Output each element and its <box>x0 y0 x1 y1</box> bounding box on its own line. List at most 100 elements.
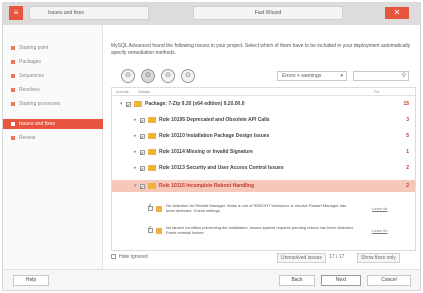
nav-dot-icon <box>11 122 15 126</box>
sidebar-item-label: Starting processes <box>19 101 61 107</box>
folder-icon <box>148 183 156 189</box>
hide-ignored-checkbox[interactable]: Hide Ignored <box>111 253 148 261</box>
filter-info-button[interactable]: ⊙ <box>161 69 175 83</box>
rule-row[interactable]: ▸ Rule 10195 Deprecated and Obsolete API… <box>112 114 415 128</box>
next-button[interactable]: Next <box>321 275 361 286</box>
rule-label: Rule 10195 Deprecated and Obsolete API C… <box>159 117 270 123</box>
issue-checkbox[interactable] <box>148 204 153 211</box>
sidebar-item-starting-processes[interactable]: Starting processes <box>3 99 103 109</box>
nav-dot-icon <box>11 102 15 106</box>
expand-icon[interactable]: ▸ <box>134 114 137 126</box>
main-content: MySQL Advanced found the following issue… <box>107 25 420 269</box>
nav-dot-icon <box>11 46 15 50</box>
footer-bar: Help Back Next Cancel <box>3 269 420 290</box>
filter-warnings-button[interactable]: ⊙ <box>141 69 155 83</box>
checkbox-box <box>111 254 116 260</box>
rule-label: Rule 10113 Security and User Access Cont… <box>159 165 284 171</box>
sidebar-item-sequences[interactable]: Sequences <box>3 71 103 81</box>
learn-fix-link[interactable]: Learn fix <box>372 228 387 233</box>
sidebar-item-label: Resolves <box>19 87 40 93</box>
expand-icon[interactable]: ▸ <box>134 130 137 142</box>
sidebar-item-packages[interactable]: Packages <box>3 57 103 67</box>
nav-dot-icon <box>11 88 15 92</box>
rule-issue-count: 1 <box>406 149 409 155</box>
expand-icon[interactable]: ▾ <box>120 98 123 110</box>
back-button[interactable]: Back <box>279 275 315 286</box>
search-icon: ⚲ <box>401 73 406 79</box>
folder-icon <box>148 165 156 171</box>
header-include: Include <box>116 89 129 94</box>
rule-checkbox[interactable] <box>140 116 145 128</box>
warning-icon <box>156 206 162 212</box>
wizard-window: ≡ Issues and fixes Fast Wizard ✕ Startin… <box>2 2 421 291</box>
folder-icon <box>148 117 156 123</box>
issue-checkbox[interactable] <box>148 226 153 233</box>
list-header: Include Details Fix <box>112 88 415 96</box>
rule-checkbox[interactable] <box>140 164 145 176</box>
rule-checkbox[interactable] <box>140 148 145 160</box>
chevron-down-icon: ▾ <box>340 73 343 79</box>
show-fixes-toggle[interactable]: Show fixes only <box>357 253 400 263</box>
status-unresolved: Unresolved issues <box>277 253 326 263</box>
status-count: 17 / 17 <box>329 254 345 260</box>
rule-row[interactable]: ▸ Rule 10113 Security and User Access Co… <box>112 162 415 176</box>
title-bar: ≡ Issues and fixes Fast Wizard ✕ <box>3 3 420 25</box>
folder-icon <box>148 149 156 155</box>
sidebar-item-resolves[interactable]: Resolves <box>3 85 103 95</box>
show-fixes-label: Show fixes only <box>357 253 400 263</box>
rule-label: Rule 10110 Installation Package Design I… <box>159 133 270 139</box>
package-row[interactable]: ▾ Package: 7-Zip 9.20 (x64 edition) 9.20… <box>112 98 415 112</box>
sidebar-item-label: Issues and fixes <box>19 121 55 127</box>
learn-fix-link[interactable]: Learn fix <box>372 206 387 211</box>
warning-icon <box>156 228 162 234</box>
filter-errors-button[interactable]: ⊙ <box>121 69 135 83</box>
rule-checkbox[interactable] <box>140 182 145 194</box>
rule-label: Rule 10114 Missing or Invalid Signature <box>159 149 253 155</box>
cancel-button[interactable]: Cancel <box>367 275 411 286</box>
rule-issue-count: 2 <box>406 183 409 189</box>
rule-row[interactable]: ▸ Rule 10114 Missing or Invalid Signatur… <box>112 146 415 160</box>
status-unresolved-label: Unresolved issues <box>277 253 326 263</box>
close-button[interactable]: ✕ <box>385 7 409 19</box>
rule-issue-count: 5 <box>406 133 409 139</box>
header-details: Details <box>138 89 151 94</box>
hide-ignored-label: Hide Ignored <box>119 254 148 260</box>
rule-issue-count: 2 <box>406 165 409 171</box>
issue-detail-row[interactable]: No launch condition preventing the insta… <box>112 222 415 242</box>
sidebar-item-review[interactable]: Review <box>3 133 103 143</box>
tab-issues-and-fixes[interactable]: Issues and fixes <box>29 6 149 20</box>
collapse-icon[interactable]: ▾ <box>134 180 137 192</box>
package-checkbox[interactable] <box>126 100 131 112</box>
sidebar-item-label: Review <box>19 135 36 141</box>
issue-description: No detection for Restart Manager. Make a… <box>166 203 347 213</box>
rule-checkbox[interactable] <box>140 132 145 144</box>
tab-fast-wizard[interactable]: Fast Wizard <box>193 6 343 20</box>
sidebar-item-label: Packages <box>19 59 41 65</box>
severity-filter-select[interactable]: Errors + warnings ▾ <box>277 71 347 81</box>
issue-description: No launch condition preventing the insta… <box>166 225 354 235</box>
sidebar-item-starting-point[interactable]: Starting point <box>3 43 103 53</box>
expand-icon[interactable]: ▸ <box>134 162 137 174</box>
sidebar-item-issues-and-fixes[interactable]: Issues and fixes <box>3 119 103 129</box>
rule-label: Rule 10115 Incomplete Reboot Handling <box>159 183 255 189</box>
app-icon: ≡ <box>9 6 23 20</box>
folder-icon <box>134 101 142 107</box>
nav-dot-icon <box>11 136 15 140</box>
search-input[interactable]: ⚲ <box>353 71 409 81</box>
nav-dot-icon <box>11 60 15 64</box>
issue-detail-row[interactable]: No detection for Restart Manager. Make a… <box>112 200 415 220</box>
help-button[interactable]: Help <box>13 275 49 286</box>
folder-icon <box>148 133 156 139</box>
severity-filter-value: Errors + warnings <box>282 73 322 79</box>
sidebar: Starting point Packages Sequences Resolv… <box>3 25 103 269</box>
rule-row-selected[interactable]: ▾ Rule 10115 Incomplete Reboot Handling … <box>112 180 415 194</box>
package-label: Package: 7-Zip 9.20 (x64 edition) 9.20.0… <box>145 101 245 107</box>
rule-row[interactable]: ▸ Rule 10110 Installation Package Design… <box>112 130 415 144</box>
issues-tree: Include Details Fix ▾ Package: 7-Zip 9.2… <box>111 87 416 251</box>
rule-issue-count: 3 <box>406 117 409 123</box>
header-fix: Fix <box>374 89 380 94</box>
package-issue-count: 15 <box>403 101 409 107</box>
intro-text: MySQL Advanced found the following issue… <box>111 43 411 56</box>
filter-all-button[interactable]: ⊙ <box>181 69 195 83</box>
expand-icon[interactable]: ▸ <box>134 146 137 158</box>
